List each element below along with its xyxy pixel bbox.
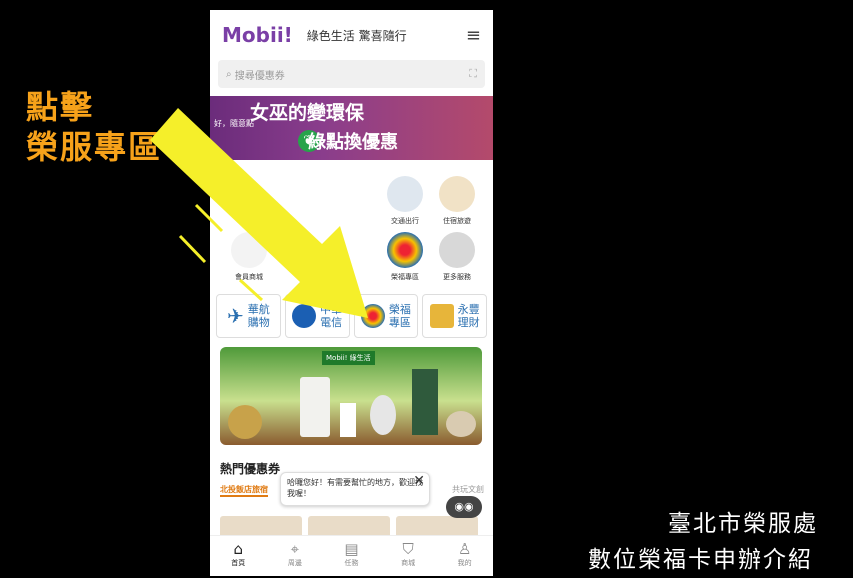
pointer-arrow-icon xyxy=(150,108,368,318)
caption-line-2: 數位榮福卡申辦介紹 xyxy=(588,547,813,573)
caption-line-1: 臺北市榮服處 xyxy=(668,511,818,537)
